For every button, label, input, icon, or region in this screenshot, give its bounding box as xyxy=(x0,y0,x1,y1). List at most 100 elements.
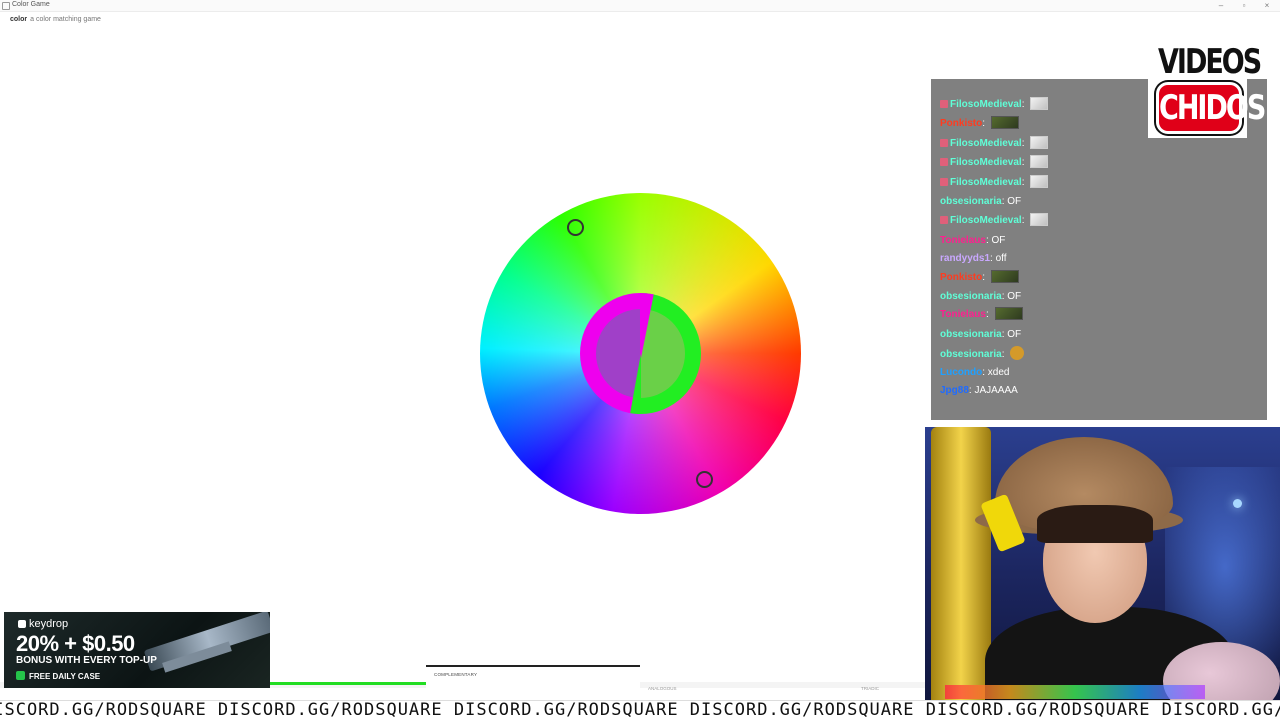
chat-emote-icon xyxy=(1030,155,1049,168)
chat-username[interactable]: FilosoMedieval xyxy=(950,157,1022,168)
chat-username[interactable]: Tonielaus xyxy=(940,235,986,246)
chat-text: xded xyxy=(987,367,1010,378)
chat-message: obsesionaria: xyxy=(940,346,1025,362)
lamp-light xyxy=(1233,499,1242,508)
user-badge-icon xyxy=(940,139,948,147)
ad-subline: BONUS WITH EVERY TOP-UP xyxy=(16,655,157,666)
chat-message: FilosoMedieval: xyxy=(940,155,1049,171)
screen: Color Game – ▫ × color a color matching g… xyxy=(0,0,1280,720)
chat-separator: : xyxy=(1021,99,1028,110)
chat-username[interactable]: Ponkisto xyxy=(940,118,982,129)
chat-text: OF xyxy=(1007,291,1022,302)
bottle-foreground xyxy=(931,427,991,720)
chat-emote-icon xyxy=(994,307,1023,320)
videos-chidos-logo: VIDEOS CHIDOS xyxy=(1148,40,1266,138)
logo-badge: CHIDOS xyxy=(1156,82,1266,134)
chat-separator: : xyxy=(1021,177,1028,188)
user-badge-icon xyxy=(940,100,948,108)
window-title: Color Game xyxy=(12,1,50,8)
swatch-wedge-left xyxy=(640,293,654,363)
tab-complementary-label: COMPLEMENTARY xyxy=(434,672,478,677)
ad-cta: FREE DAILY CASE xyxy=(16,671,100,681)
chat-separator: : xyxy=(1021,215,1028,226)
tab-complementary[interactable]: COMPLEMENTARY xyxy=(426,665,640,688)
chat-text: OF xyxy=(1007,196,1022,207)
chat-text: OF xyxy=(1007,329,1022,340)
window-titlebar: Color Game – ▫ × xyxy=(0,0,1280,12)
chat-separator: : xyxy=(982,272,988,283)
app-header: color a color matching game xyxy=(10,16,101,23)
chat-emote-icon xyxy=(1010,346,1025,360)
chat-text: OF xyxy=(991,235,1006,246)
rgb-keyboard xyxy=(945,685,1205,699)
chat-separator: : xyxy=(985,309,992,320)
ticker-text: DISCORD.GG/RODSQUARE DISCORD.GG/RODSQUAR… xyxy=(0,700,1280,720)
chat-separator: : xyxy=(1001,349,1008,360)
chat-message: obsesionaria: OF xyxy=(940,194,1021,210)
chat-emote-icon xyxy=(990,270,1019,283)
close-icon[interactable]: × xyxy=(1256,0,1278,12)
progress-bar xyxy=(270,682,426,685)
complementary-color-handle[interactable] xyxy=(696,471,713,488)
chat-message: Ponkisto: xyxy=(940,270,1019,286)
chat-separator: : xyxy=(982,118,988,129)
chat-message: FilosoMedieval: xyxy=(940,175,1049,191)
chat-username[interactable]: obsesionaria xyxy=(940,329,1002,340)
chat-username[interactable]: Ponkisto xyxy=(940,272,982,283)
ad-cta-label: FREE DAILY CASE xyxy=(29,672,101,681)
chat-username[interactable]: obsesionaria xyxy=(940,291,1002,302)
maximize-icon[interactable]: ▫ xyxy=(1233,0,1255,12)
color-wheel[interactable] xyxy=(480,193,801,514)
chat-username[interactable]: Tonielaus xyxy=(940,309,986,320)
chat-separator: : xyxy=(1021,138,1028,149)
chat-message: obsesionaria: OF xyxy=(940,327,1021,343)
chat-username[interactable]: obsesionaria xyxy=(940,196,1002,207)
keydrop-icon xyxy=(18,620,26,628)
ad-brand-label: keydrop xyxy=(29,618,69,630)
user-badge-icon xyxy=(940,178,948,186)
chat-message: Tonielaus: xyxy=(940,307,1023,323)
app-icon xyxy=(2,2,10,10)
chat-message: Tonielaus: OF xyxy=(940,233,1005,249)
ad-headline: 20% + $0.50 xyxy=(16,631,135,656)
discord-ticker: DISCORD.GG/RODSQUARE DISCORD.GG/RODSQUAR… xyxy=(0,700,1280,720)
logo-line1: VIDEOS xyxy=(1158,43,1262,82)
logo-line2: CHIDOS xyxy=(1159,89,1266,128)
chat-message: Jpg88: JAJAAAA xyxy=(940,383,1018,399)
chat-username[interactable]: randyyds1 xyxy=(940,253,990,264)
chat-username[interactable]: FilosoMedieval xyxy=(950,138,1022,149)
chat-emote-icon xyxy=(990,116,1019,129)
user-badge-icon xyxy=(940,216,948,224)
chat-username[interactable]: FilosoMedieval xyxy=(950,215,1022,226)
chat-username[interactable]: Jpg88 xyxy=(940,385,969,396)
chat-username[interactable]: FilosoMedieval xyxy=(950,99,1022,110)
chat-emote-icon xyxy=(1030,213,1049,226)
chat-username[interactable]: obsesionaria xyxy=(940,349,1002,360)
swatch-wedge-right xyxy=(630,353,641,414)
chat-username[interactable]: Lucondo xyxy=(940,367,982,378)
chat-text: JAJAAAA xyxy=(974,385,1018,396)
tab-analogous[interactable]: ANALOGOUS xyxy=(648,686,677,691)
streamer-hair xyxy=(1037,505,1153,543)
chat-separator: : xyxy=(1021,157,1028,168)
app-tagline: a color matching game xyxy=(30,16,101,23)
chat-message: FilosoMedieval: xyxy=(940,213,1049,229)
ad-brand: keydrop xyxy=(18,618,68,630)
tab-triadic[interactable]: TRIADIC xyxy=(861,686,879,691)
webcam-feed xyxy=(925,427,1280,720)
color-comparison-swatch xyxy=(580,293,701,414)
chat-message: FilosoMedieval: xyxy=(940,97,1049,113)
chat-emote-icon xyxy=(1030,97,1049,110)
app-brand: color xyxy=(10,16,28,23)
plus-icon xyxy=(16,671,25,680)
chat-text: off xyxy=(995,253,1007,264)
chat-emote-icon xyxy=(1030,136,1049,149)
keydrop-ad[interactable]: keydrop 20% + $0.50 BONUS WITH EVERY TOP… xyxy=(4,612,270,688)
chat-username[interactable]: FilosoMedieval xyxy=(950,177,1022,188)
chat-emote-icon xyxy=(1030,175,1049,188)
user-badge-icon xyxy=(940,158,948,166)
chat-message: Lucondo: xded xyxy=(940,365,1009,381)
minimize-icon[interactable]: – xyxy=(1210,0,1232,12)
primary-color-handle[interactable] xyxy=(567,219,584,236)
chat-message: randyyds1: off xyxy=(940,251,1007,267)
